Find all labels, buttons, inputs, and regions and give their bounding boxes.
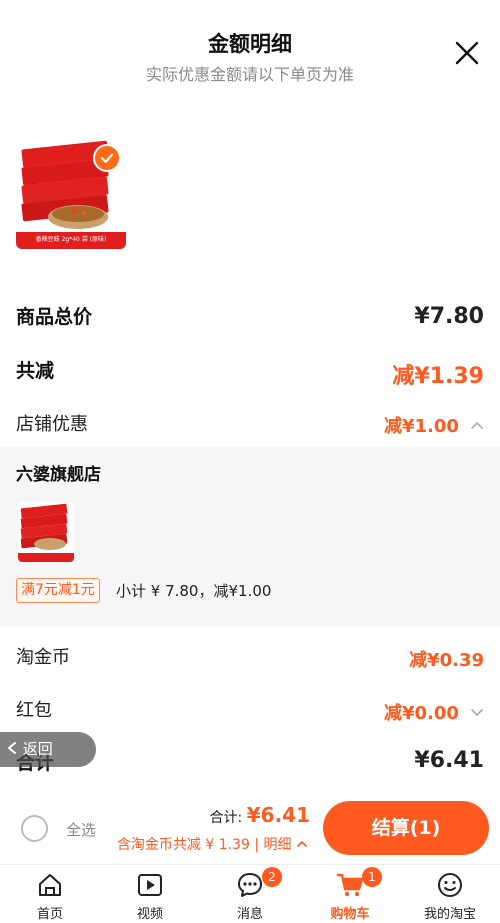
coins-row: 淘金币 减¥0.39: [16, 643, 484, 673]
cart-icon: [336, 873, 364, 897]
grand-total-value: ¥6.41: [414, 748, 484, 773]
sheet-title: 金额明细: [208, 32, 292, 56]
home-icon: [39, 874, 61, 896]
total-price-label: 商品总价: [16, 306, 93, 328]
total-discount-value: 减¥1.39: [392, 364, 484, 389]
back-button[interactable]: 返回: [0, 732, 96, 767]
price-detail-sheet: 金额明细 实际优惠金额请以下单页为准 香辣豆豉 2g*40 袋 (原味) 商品总…: [0, 0, 500, 923]
tab-profile[interactable]: 我的淘宝: [400, 865, 500, 923]
checkout-total-prefix: 合计:: [209, 810, 243, 826]
total-discount-label: 共减: [16, 360, 55, 382]
store-product-image: [18, 502, 74, 562]
video-icon: [138, 874, 162, 896]
redpacket-row[interactable]: 红包 减¥0.00: [16, 696, 484, 726]
checkout-detail-text: 含淘金币共减 ¥ 1.39 | 明细: [116, 837, 292, 853]
back-label: 返回: [22, 740, 53, 758]
checkout-bar: 全选 合计: ¥6.41 含淘金币共减 ¥ 1.39 | 明细 结算(1): [0, 798, 500, 864]
coins-label: 淘金币: [16, 647, 70, 668]
tab-profile-label: 我的淘宝: [423, 907, 476, 922]
select-all-checkbox[interactable]: [21, 815, 48, 842]
total-price-value: ¥7.80: [414, 304, 484, 329]
select-all-label[interactable]: 全选: [66, 819, 96, 840]
store-name: 六婆旗舰店: [16, 465, 101, 485]
checkout-button[interactable]: 结算(1): [323, 801, 489, 855]
profile-icon: [438, 873, 462, 897]
checkout-total: 合计: ¥6.41: [210, 803, 310, 827]
chevron-up-icon: [297, 840, 307, 847]
store-discount-row[interactable]: 店铺优惠 减¥1.00: [16, 410, 484, 440]
promo-tag: 满7元减1元: [16, 578, 100, 603]
tab-video-label: 视频: [136, 907, 163, 922]
close-icon[interactable]: [452, 38, 482, 68]
store-subtotal: 小计 ¥ 7.80，减¥1.00: [116, 582, 272, 600]
store-discount-label: 店铺优惠: [16, 414, 88, 435]
coins-value: 减¥0.39: [409, 650, 484, 671]
messages-badge: 2: [262, 867, 282, 887]
chevron-down-icon[interactable]: [470, 707, 484, 717]
checkout-total-amount: ¥6.41: [246, 803, 310, 827]
tab-cart[interactable]: 1 购物车: [300, 865, 400, 923]
tab-home-label: 首页: [36, 907, 63, 922]
chevron-up-icon[interactable]: [470, 420, 484, 430]
redpacket-label: 红包: [16, 700, 52, 721]
chevron-left-icon: [8, 742, 16, 754]
tab-cart-label: 购物车: [330, 907, 370, 922]
tab-messages-label: 消息: [236, 907, 263, 922]
checkmark-icon[interactable]: [93, 144, 121, 172]
cart-badge: 1: [362, 867, 382, 887]
tab-home[interactable]: 首页: [0, 865, 100, 923]
total-discount-row: 共减 减¥1.39: [16, 356, 484, 390]
total-price-row: 商品总价 ¥7.80: [16, 302, 484, 336]
product-caption: 香辣豆豉 2g*40 袋 (原味): [35, 236, 107, 243]
sheet-subtitle: 实际优惠金额请以下单页为准: [145, 65, 354, 84]
redpacket-value: 减¥0.00: [383, 703, 459, 724]
store-discount-value: 减¥1.00: [383, 416, 459, 437]
message-icon: [238, 873, 262, 897]
checkout-detail-link[interactable]: 含淘金币共减 ¥ 1.39 | 明细: [117, 834, 308, 854]
tab-messages[interactable]: 2 消息: [200, 865, 300, 923]
store-discount-panel: 六婆旗舰店 满7元减1元 小计 ¥ 7.80，减¥1.00: [0, 447, 500, 627]
tab-video[interactable]: 视频: [100, 865, 200, 923]
bottom-tab-bar: 首页 视频 2 消息 1 购物车 我的淘宝: [0, 864, 500, 923]
